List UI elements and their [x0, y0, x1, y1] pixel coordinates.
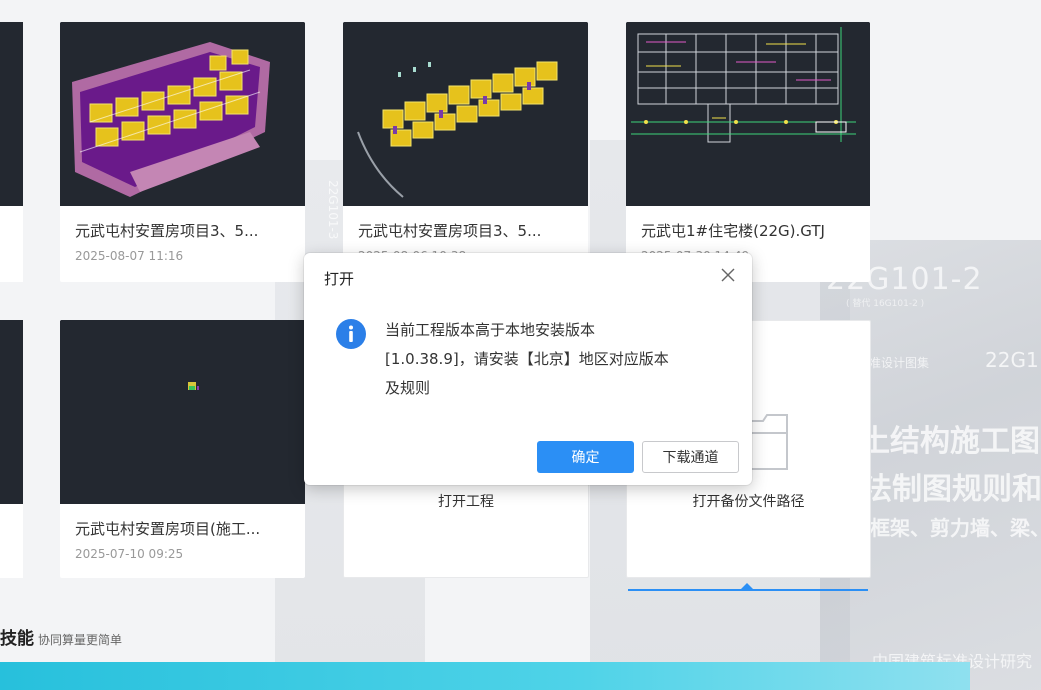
- section-subtitle: 协同算量更简单: [38, 633, 123, 647]
- project-card[interactable]: 元武屯村安置房项目3、5... 2025-08-06 10:38: [343, 22, 588, 282]
- folder-icon: [748, 414, 788, 470]
- poster-code-2: 22G1: [985, 348, 1039, 372]
- section-heading: 技能 协同算量更简单: [0, 624, 122, 649]
- open-dialog: 打开 当前工程版本高于本地安装版本 [1.0.38.9]，请安装【北京】地区对应…: [304, 253, 752, 485]
- project-title: 元武屯1#住宅楼(22G).GTJ: [641, 222, 825, 240]
- project-date: 2025-07-10 09:25: [75, 547, 184, 561]
- project-thumbnail: [60, 320, 305, 504]
- active-underline: [628, 589, 868, 591]
- dialog-message-line: 当前工程版本高于本地安装版本: [385, 321, 596, 339]
- confirm-button[interactable]: 确定: [537, 441, 634, 473]
- project-card[interactable]: 元武屯1#住宅楼(22G).GTJ 2025-07-30 14:49: [626, 22, 870, 282]
- dialog-message: 当前工程版本高于本地安装版本 [1.0.38.9]，请安装【北京】地区对应版本 …: [385, 316, 725, 403]
- poster-line-3: 法制图规则和构: [862, 472, 1041, 507]
- close-icon[interactable]: [718, 265, 738, 285]
- project-title: 元武屯村安置房项目3、5...: [358, 222, 542, 240]
- open-backup-path-label: 打开备份文件路径: [692, 494, 805, 510]
- promo-banner[interactable]: [0, 662, 970, 690]
- dialog-message-line: 及规则: [385, 379, 431, 397]
- project-thumbnail: [60, 22, 305, 206]
- partial-card-thumb[interactable]: [0, 320, 23, 504]
- project-title: 元武屯村安置房项目(施工...: [75, 520, 261, 538]
- project-card[interactable]: 元武屯村安置房项目(施工... 2025-07-10 09:25: [60, 320, 305, 578]
- project-card[interactable]: 元武屯村安置房项目3、5... 2025-08-07 11:16: [60, 22, 305, 282]
- section-title: 技能: [0, 629, 34, 649]
- partial-card-body[interactable]: [0, 504, 23, 578]
- info-icon: [336, 319, 366, 349]
- poster-line-2: 土结构施工图: [860, 424, 1040, 459]
- project-thumbnail: [626, 22, 870, 206]
- project-title: 元武屯村安置房项目3、5...: [75, 222, 259, 240]
- open-project-label: 打开工程: [438, 494, 494, 510]
- dialog-message-line: [1.0.38.9]，请安装【北京】地区对应版本: [385, 350, 669, 368]
- partial-card-thumb[interactable]: [0, 22, 23, 206]
- poster-code-sub: ( 替代 16G101-2 ): [846, 299, 925, 309]
- project-thumbnail: [343, 22, 588, 206]
- partial-card-body[interactable]: [0, 206, 23, 282]
- dialog-title: 打开: [324, 270, 355, 288]
- poster-line-4: 框架、剪力墙、梁、板: [870, 516, 1041, 540]
- poster-vertical-text: 22G101-3: [326, 180, 340, 240]
- project-date: 2025-08-07 11:16: [75, 249, 184, 263]
- download-channel-button[interactable]: 下载通道: [642, 441, 739, 473]
